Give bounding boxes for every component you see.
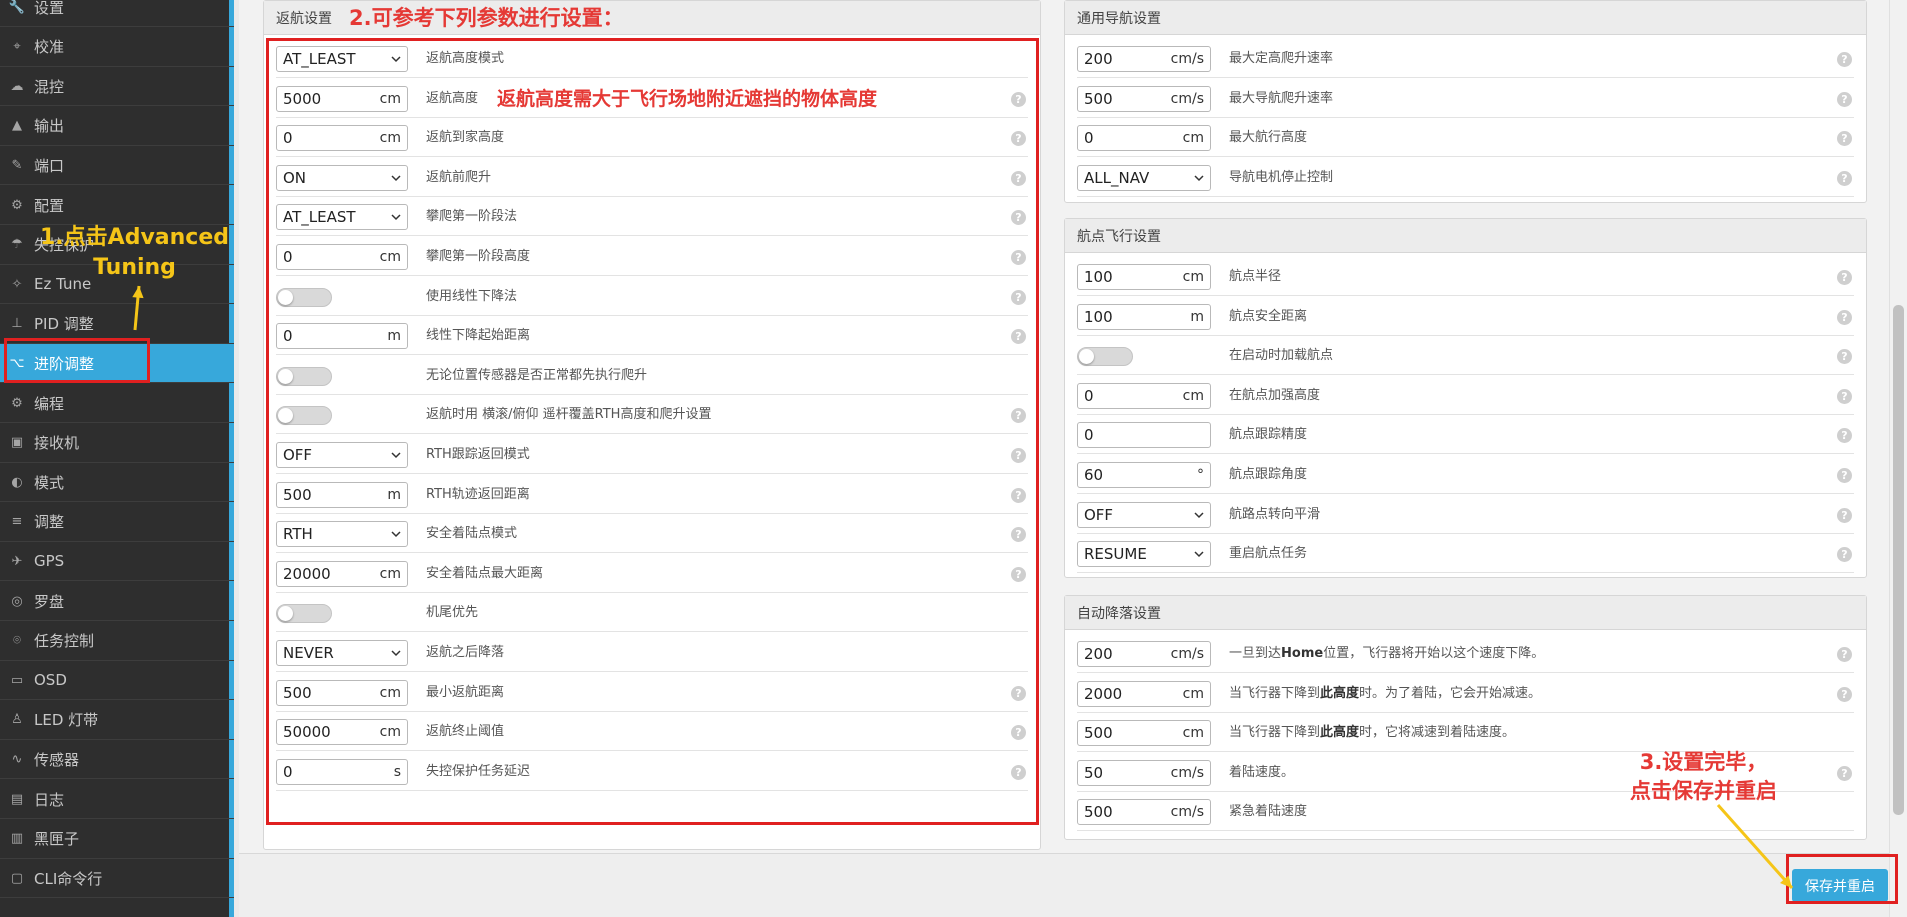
annotation-arrows (132, 285, 1794, 889)
arrow-to-save-button (1716, 804, 1794, 889)
arrow-to-advanced-tuning (132, 285, 144, 331)
